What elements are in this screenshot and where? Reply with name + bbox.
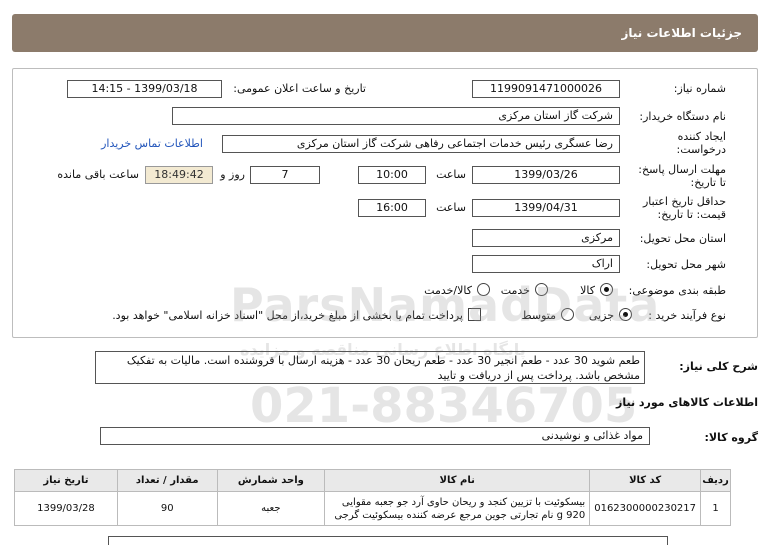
category-label: طبقه بندی موضوعی:: [628, 284, 726, 297]
col-header-unit: واحد شمارش: [216, 469, 326, 492]
province-field: مرکزی: [472, 229, 620, 247]
need-number-label: شماره نیاز:: [673, 82, 726, 95]
cell-item-name: بیسکوئیت با تزیین کنجد و ریحان حاوی آرد …: [324, 491, 591, 526]
category-option-goods: کالا: [580, 284, 595, 297]
process-option-minor: جزیی: [588, 309, 614, 322]
days-label: روز و: [220, 168, 245, 181]
need-number-field: 1199091471000026: [472, 80, 620, 98]
validity-time-label: ساعت: [436, 201, 466, 214]
days-remaining-field: 7: [250, 166, 320, 184]
col-header-row-number: ردیف: [700, 469, 731, 492]
col-header-quantity: مقدار / تعداد: [116, 469, 218, 492]
buyer-contact-link[interactable]: اطلاعات تماس خریدار: [101, 137, 203, 150]
goods-section-title: اطلاعات کالاهای مورد نیاز: [616, 396, 758, 409]
buyer-field: شرکت گاز استان مرکزی: [172, 107, 620, 125]
watermark-phone: 021-88346705: [250, 378, 638, 434]
cell-quantity: 90: [116, 491, 218, 526]
process-radio-medium[interactable]: [561, 308, 574, 321]
treasury-payment-note: پرداخت تمام یا بخشی از مبلغ خرید،از محل …: [112, 309, 463, 322]
cell-unit: جعبه: [216, 491, 326, 526]
description-box: طعم شوید 30 عدد - طعم انجیر 30 عدد - طعم…: [95, 351, 645, 384]
send-time-field: 10:00: [358, 166, 426, 184]
validity-time-field: 16:00: [358, 199, 426, 217]
process-option-medium: متوسط: [521, 309, 556, 322]
announce-date-label: تاریخ و ساعت اعلان عمومی:: [233, 82, 366, 95]
process-type-label: نوع فرآیند خرید :: [648, 309, 726, 322]
validity-label-line2: قیمت: تا تاریخ:: [657, 208, 726, 221]
treasury-payment-checkbox[interactable]: [468, 308, 481, 321]
send-deadline-label-line1: مهلت ارسال پاسخ:: [638, 163, 726, 176]
category-radio-goods[interactable]: [600, 283, 613, 296]
process-radio-minor[interactable]: [619, 308, 632, 321]
creator-field: رضا عسگری رئیس خدمات اجتماعی رفاهی شرکت …: [222, 135, 620, 153]
province-label: استان محل تحویل:: [639, 232, 726, 245]
col-header-item-code: کد کالا: [589, 469, 702, 492]
announce-date-field: 1399/03/18 - 14:15: [67, 80, 222, 98]
table-row: 1 0162300000230217 بیسکوئیت با تزیین کنج…: [14, 491, 731, 526]
table-header-row: ردیف کد کالا نام کالا واحد شمارش مقدار /…: [14, 469, 731, 492]
creator-label-line1: ایجاد کننده: [677, 130, 726, 143]
page-title-bar: جزئیات اطلاعات نیاز: [12, 14, 758, 52]
cell-row-number: 1: [700, 491, 731, 526]
category-radio-service[interactable]: [535, 283, 548, 296]
col-header-item-name: نام کالا: [324, 469, 591, 492]
items-table: ردیف کد کالا نام کالا واحد شمارش مقدار /…: [14, 469, 731, 526]
time-remaining-field: 18:49:42: [145, 166, 213, 184]
cell-item-code: 0162300000230217: [589, 491, 702, 526]
time-remaining-label: ساعت باقی مانده: [57, 168, 139, 181]
city-field: اراک: [472, 255, 620, 273]
buyer-label: نام دستگاه خریدار:: [639, 110, 726, 123]
send-time-label: ساعت: [436, 168, 466, 181]
category-radio-goods-service[interactable]: [477, 283, 490, 296]
goods-group-label: گروه کالا:: [704, 431, 758, 444]
goods-group-field: مواد غذائی و نوشیدنی: [100, 427, 650, 445]
next-section-box: [108, 536, 668, 545]
description-label: شرح کلی نیاز:: [679, 360, 758, 373]
validity-date-field: 1399/04/31: [472, 199, 620, 217]
category-option-goods-service: کالا/خدمت: [424, 284, 472, 297]
category-option-service: خدمت: [500, 284, 530, 297]
page-title: جزئیات اطلاعات نیاز: [621, 26, 742, 40]
validity-label-line1: حداقل تاریخ اعتبار: [642, 195, 726, 208]
cell-need-date: 1399/03/28: [14, 491, 118, 526]
send-deadline-label-line2: تا تاریخ:: [690, 176, 726, 189]
send-date-field: 1399/03/26: [472, 166, 620, 184]
city-label: شهر محل تحویل:: [646, 258, 726, 271]
creator-label-line2: درخواست:: [676, 143, 726, 156]
col-header-need-date: تاریخ نیاز: [14, 469, 118, 492]
